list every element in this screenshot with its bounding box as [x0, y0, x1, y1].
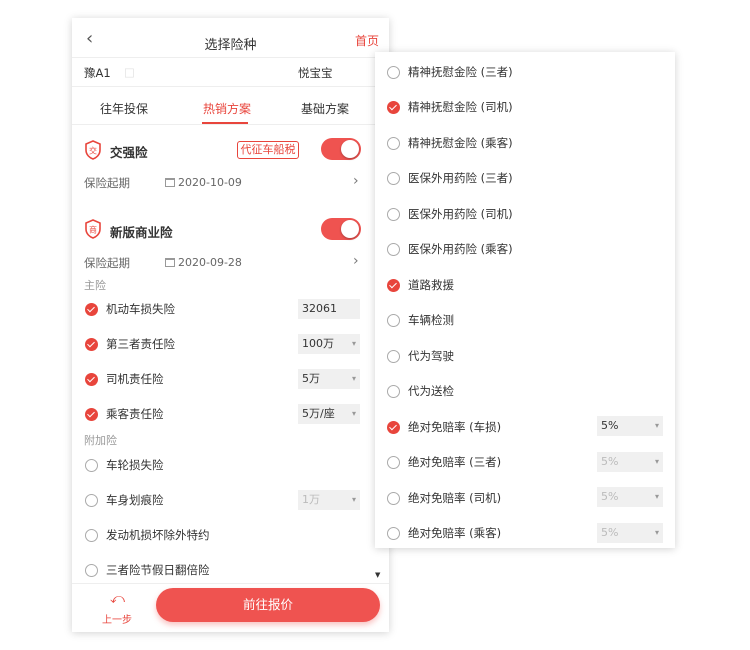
coverage-amount-field[interactable]: 32061	[298, 299, 360, 319]
addon-item-label: 车轮损失险	[106, 458, 164, 472]
dropdown-arrow-icon: ▾	[351, 495, 356, 504]
dropdown-arrow-icon: ▾	[351, 374, 356, 383]
commercial-start-label: 保险起期	[84, 256, 130, 270]
option-label: 医保外用药险 (司机)	[408, 207, 513, 221]
checkbox-unchecked[interactable]	[387, 350, 400, 363]
checkbox-unchecked[interactable]	[387, 172, 400, 185]
compulsory-toggle[interactable]	[321, 138, 361, 160]
home-link[interactable]: 首页	[355, 32, 379, 49]
page-title: 选择险种	[204, 38, 257, 53]
main-section-label: 主险	[84, 279, 106, 292]
option-label: 医保外用药险 (乘客)	[408, 242, 513, 256]
dropdown-arrow-icon: ▾	[654, 492, 659, 501]
addon-item-label: 车身划痕险	[106, 493, 164, 507]
compulsory-start-date[interactable]: 2020-10-09	[178, 176, 242, 189]
checkbox-unchecked[interactable]	[387, 385, 400, 398]
deductible-select-disabled[interactable]: 5% ▾	[597, 523, 663, 543]
divider	[72, 57, 389, 58]
option-label: 绝对免赔率 (三者)	[408, 455, 502, 469]
compulsory-shield-icon: 交	[85, 140, 101, 160]
commercial-start-date[interactable]: 2020-09-28	[178, 256, 242, 269]
checkbox-unchecked[interactable]	[85, 529, 98, 542]
calendar-icon	[165, 258, 175, 267]
addon-section-label: 附加险	[84, 434, 117, 447]
coverage-select[interactable]: 5万/座 ▾	[298, 404, 360, 424]
checkbox-unchecked[interactable]	[85, 564, 98, 577]
checkbox-unchecked[interactable]	[387, 492, 400, 505]
option-label: 道路救援	[408, 278, 454, 292]
checkbox-checked[interactable]	[387, 279, 400, 292]
previous-step-button[interactable]: 上一步	[102, 611, 132, 626]
tab-hot-plans[interactable]: 热销方案	[203, 100, 251, 117]
checkbox-checked[interactable]	[85, 303, 98, 316]
coverage-select[interactable]: 100万 ▾	[298, 334, 360, 354]
option-label: 精神抚慰金险 (三者)	[408, 65, 513, 79]
tab-basic-plans[interactable]: 基础方案	[301, 100, 349, 117]
option-label: 代为送检	[408, 384, 454, 398]
deductible-select-disabled[interactable]: 5% ▾	[597, 452, 663, 472]
option-label: 精神抚慰金险 (司机)	[408, 100, 513, 114]
option-label: 绝对免赔率 (车损)	[408, 420, 502, 434]
deductible-select[interactable]: 5% ▾	[597, 416, 663, 436]
calendar-icon	[165, 178, 175, 187]
commercial-shield-icon: 商	[85, 219, 101, 239]
plate-mask: □	[124, 65, 135, 79]
checkbox-checked[interactable]	[387, 421, 400, 434]
main-item-label: 第三者责任险	[106, 337, 175, 351]
addon-options-popup: 精神抚慰金险 (三者) 精神抚慰金险 (司机) 精神抚慰金险 (乘客) 医保外用…	[375, 52, 675, 548]
checkbox-unchecked[interactable]	[85, 494, 98, 507]
svg-text:商: 商	[89, 225, 97, 235]
plate-number: 豫A1	[84, 66, 111, 80]
divider	[72, 124, 389, 125]
dropdown-arrow-icon: ▾	[654, 457, 659, 466]
main-item-label: 机动车损失险	[106, 302, 175, 316]
compulsory-title: 交强险	[110, 145, 148, 160]
owner-name: 悦宝宝	[298, 66, 333, 80]
checkbox-checked[interactable]	[85, 373, 98, 386]
option-label: 精神抚慰金险 (乘客)	[408, 136, 513, 150]
checkbox-unchecked[interactable]	[387, 208, 400, 221]
checkbox-unchecked[interactable]	[387, 527, 400, 540]
divider	[72, 583, 389, 584]
commercial-title: 新版商业险	[110, 225, 173, 240]
checkbox-checked[interactable]	[85, 408, 98, 421]
coverage-select-disabled[interactable]: 1万 ▾	[298, 490, 360, 510]
main-item-label: 司机责任险	[106, 372, 164, 386]
checkbox-unchecked[interactable]	[387, 243, 400, 256]
option-label: 医保外用药险 (三者)	[408, 171, 513, 185]
scroll-down-icon[interactable]: ▼	[375, 571, 380, 579]
checkbox-unchecked[interactable]	[387, 314, 400, 327]
option-label: 代为驾驶	[408, 349, 454, 363]
chevron-right-icon[interactable]: ›	[353, 253, 359, 269]
tab-past-insurance[interactable]: 往年投保	[100, 100, 148, 117]
dropdown-arrow-icon: ▾	[654, 421, 659, 430]
option-label: 绝对免赔率 (司机)	[408, 491, 502, 505]
dropdown-arrow-icon: ▾	[351, 409, 356, 418]
svg-text:交: 交	[89, 146, 97, 156]
commercial-toggle[interactable]	[321, 218, 361, 240]
checkbox-checked[interactable]	[85, 338, 98, 351]
option-label: 绝对免赔率 (乘客)	[408, 526, 502, 540]
option-label: 车辆检测	[408, 313, 454, 327]
insurance-selection-screen: ‹ 选择险种 首页 豫A1 □ 悦宝宝 往年投保 热销方案 基础方案 交 交强险…	[72, 18, 389, 632]
checkbox-unchecked[interactable]	[387, 137, 400, 150]
checkbox-unchecked[interactable]	[85, 459, 98, 472]
divider	[72, 86, 389, 87]
main-item-label: 乘客责任险	[106, 407, 164, 421]
coverage-select[interactable]: 5万 ▾	[298, 369, 360, 389]
vehicle-tax-button[interactable]: 代征车船税	[237, 141, 299, 159]
get-quote-button[interactable]: 前往报价	[156, 588, 380, 622]
undo-arrow-icon[interactable]: ⤺	[110, 591, 125, 607]
checkbox-unchecked[interactable]	[387, 456, 400, 469]
deductible-select-disabled[interactable]: 5% ▾	[597, 487, 663, 507]
addon-item-label: 三者险节假日翻倍险	[106, 563, 210, 577]
compulsory-start-label: 保险起期	[84, 176, 130, 190]
dropdown-arrow-icon: ▾	[351, 339, 356, 348]
addon-item-label: 发动机损坏除外特约	[106, 528, 210, 542]
checkbox-unchecked[interactable]	[387, 66, 400, 79]
chevron-right-icon[interactable]: ›	[353, 173, 359, 189]
checkbox-checked[interactable]	[387, 101, 400, 114]
dropdown-arrow-icon: ▾	[654, 528, 659, 537]
